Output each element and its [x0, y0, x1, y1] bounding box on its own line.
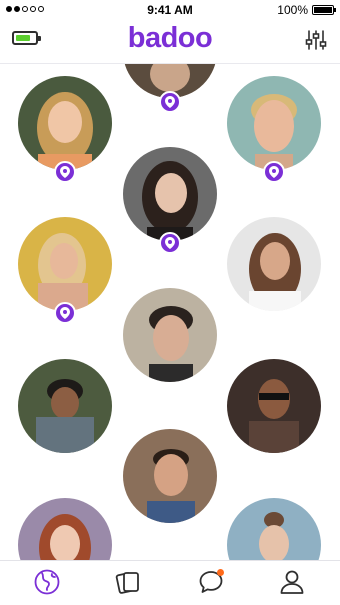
location-pin-icon	[54, 302, 76, 324]
profile-avatar[interactable]	[227, 359, 321, 453]
people-nearby-grid	[0, 64, 340, 560]
location-pin-icon	[159, 91, 181, 113]
badoo-logo: badoo	[127, 22, 213, 54]
profile-avatar[interactable]	[227, 498, 321, 560]
tab-encounters[interactable]	[113, 567, 143, 597]
profile-avatar[interactable]	[227, 217, 321, 311]
globe-icon	[34, 569, 60, 595]
location-pin-icon	[54, 161, 76, 183]
location-pin-icon	[159, 232, 181, 254]
tab-profile[interactable]	[277, 567, 307, 597]
profile-avatar[interactable]	[123, 429, 217, 523]
profile-avatar[interactable]	[18, 217, 112, 311]
location-pin-icon	[263, 161, 285, 183]
profile-avatar[interactable]	[18, 359, 112, 453]
profile-avatar[interactable]	[123, 288, 217, 382]
tab-people-nearby[interactable]	[32, 567, 62, 597]
filter-sliders-icon[interactable]	[304, 28, 328, 52]
profile-avatar[interactable]	[18, 498, 112, 560]
person-icon	[280, 570, 304, 594]
notification-dot	[217, 569, 224, 576]
profile-avatar[interactable]	[227, 76, 321, 170]
battery-percent: 100%	[277, 3, 308, 17]
tab-messages[interactable]	[196, 567, 226, 597]
battery-icon	[312, 5, 336, 15]
app-header: badoo	[0, 20, 340, 64]
cards-icon	[115, 572, 139, 594]
bottom-tab-bar	[0, 560, 340, 605]
profile-avatar[interactable]	[123, 147, 217, 241]
status-bar: 9:41 AM 100%	[0, 0, 340, 20]
profile-avatar[interactable]	[18, 76, 112, 170]
